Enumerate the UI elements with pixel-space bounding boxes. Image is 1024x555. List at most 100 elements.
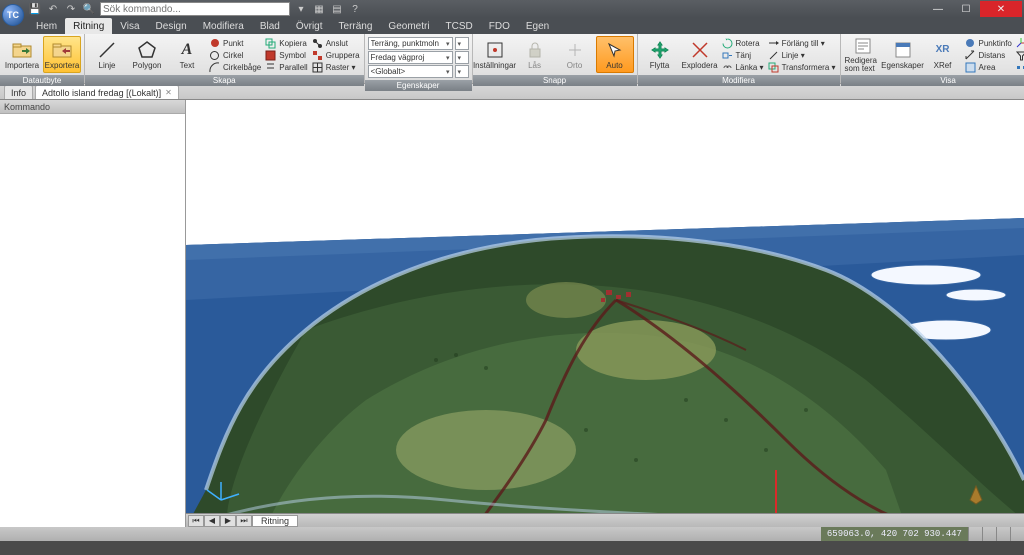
close-button[interactable]: ✕ [980,1,1022,17]
group-label-modifiera: Modifiera [638,75,840,86]
app-logo-icon[interactable]: TC [2,4,24,26]
help-icon[interactable]: ? [348,2,362,16]
cirkel-button[interactable]: Cirkel [208,49,262,61]
importera-button[interactable]: Importera [3,36,41,73]
chevron-down-icon: ▾ [458,68,462,76]
vp-tab-ritning[interactable]: Ritning [252,515,298,527]
rotera-button[interactable]: Rotera [721,37,765,49]
xref-label: XRef [934,61,952,70]
snapp-auto-button[interactable]: Auto [596,36,634,73]
doc-tab-project[interactable]: Adtollo island fredag [(Lokalt)]✕ [35,85,179,99]
ribbon-group-datautbyte: Importera Exportera Datautbyte [0,34,85,83]
vp-tab-prev[interactable]: ◀ [204,515,220,527]
tab-fdo[interactable]: FDO [481,18,518,34]
tab-hem[interactable]: Hem [28,18,65,34]
tab-blad[interactable]: Blad [252,18,288,34]
text-icon: A [177,40,197,60]
qat-redo-icon[interactable]: ↷ [64,2,78,16]
filter-button[interactable]: Filter [1015,49,1024,61]
linje-button[interactable]: Linje [88,36,126,73]
command-panel-body[interactable] [0,114,185,527]
symbol-icon [265,50,276,61]
lanka-button[interactable]: Länka ▾ [721,61,765,73]
layer-combo-3[interactable]: <Globalt>▾ [368,65,453,78]
exportera-button[interactable]: Exportera [43,36,81,73]
polygon-button[interactable]: Polygon [128,36,166,73]
status-cell-3[interactable] [996,527,1010,541]
explode-icon [690,40,710,60]
3d-viewport[interactable]: ⏮ ◀ ▶ ⏭ Ritning [186,100,1024,527]
edit-text-icon [853,36,873,56]
tab-ovrigt[interactable]: Övrigt [288,18,331,34]
tab-design[interactable]: Design [148,18,195,34]
command-search-input[interactable] [100,2,290,16]
pointinfo-icon [965,38,976,49]
minimize-button[interactable]: — [924,1,952,17]
maximize-button[interactable]: ☐ [952,1,980,17]
status-cell-4[interactable] [1010,527,1024,541]
xyz-button[interactable]: XYZ [1015,37,1024,49]
tab-ritning[interactable]: Ritning [65,18,112,34]
modifiera-linje-button[interactable]: Linje ▾ [767,49,837,61]
circle-icon [209,50,220,61]
vp-tab-last[interactable]: ⏭ [236,515,252,527]
symbol-button[interactable]: Symbol [264,49,308,61]
raster-button[interactable]: Raster ▾ [311,61,361,73]
link-icon [722,62,733,73]
installningar-button[interactable]: Inställningar [476,36,514,73]
symbol-label: Symbol [279,51,306,60]
status-cell-2[interactable] [982,527,996,541]
redigera-button[interactable]: Redigera som text [844,36,882,73]
layer-combo-1[interactable]: Terräng, punktmoln▾ [368,37,453,50]
status-cell-1[interactable] [968,527,982,541]
qat-extra2-icon[interactable]: ▤ [330,2,344,16]
punktinfo-button[interactable]: Punktinfo [964,37,1013,49]
cirkelbage-label: Cirkelbåge [223,63,261,72]
chevron-down-icon: ▾ [446,54,450,62]
explodera-button[interactable]: Explodera [681,36,719,73]
flytta-button[interactable]: Flytta [641,36,679,73]
vp-tab-next[interactable]: ▶ [220,515,236,527]
parallell-button[interactable]: Parallell [264,61,308,73]
noder-button[interactable]: Noder [1015,61,1024,73]
text-button[interactable]: A Text [168,36,206,73]
punkt-button[interactable]: Punkt [208,37,262,49]
qat-dropdown-icon[interactable]: ▾ [294,2,308,16]
distans-button[interactable]: Distans [964,49,1013,61]
ribbon: Importera Exportera Datautbyte Linje Pol… [0,34,1024,84]
tanj-button[interactable]: Tänj [721,49,765,61]
tab-geometri[interactable]: Geometri [380,18,437,34]
anslut-button[interactable]: Anslut [311,37,361,49]
transformera-button[interactable]: Transformera ▾ [767,61,837,73]
cirkelbage-button[interactable]: Cirkelbåge [208,61,262,73]
polygon-label: Polygon [133,61,162,70]
forlang-button[interactable]: Förläng till ▾ [767,37,837,49]
qat-extra1-icon[interactable]: ▦ [312,2,326,16]
parallell-label: Parallell [279,63,307,72]
xref-button[interactable]: XR XRef [924,36,962,73]
layer-combo-2[interactable]: Fredag vägproj▾ [368,51,453,64]
style-combo-1[interactable]: ▾ [455,37,469,50]
qat-save-icon[interactable]: 💾 [28,2,42,16]
tab-egen[interactable]: Egen [518,18,557,34]
text-label: Text [180,61,195,70]
gruppera-button[interactable]: Gruppera [311,49,361,61]
group-label-egenskaper: Egenskaper [365,80,472,91]
close-tab-icon[interactable]: ✕ [165,88,172,97]
orto-button[interactable]: Orto [556,36,594,73]
qat-undo-icon[interactable]: ↶ [46,2,60,16]
tab-terrang[interactable]: Terräng [331,18,381,34]
tab-modifiera[interactable]: Modifiera [195,18,252,34]
egenskaper-button[interactable]: Egenskaper [884,36,922,73]
tab-visa[interactable]: Visa [112,18,147,34]
style-combo-2[interactable]: ▾ [455,51,469,64]
vp-tab-first[interactable]: ⏮ [188,515,204,527]
tab-tcsd[interactable]: TCSD [438,18,481,34]
title-bar: TC 💾 ↶ ↷ 🔍 ▾ ▦ ▤ ? — ☐ ✕ [0,0,1024,18]
line-edit-icon [768,50,779,61]
las-button[interactable]: Lås [516,36,554,73]
doc-tab-info[interactable]: Info [4,85,33,99]
style-combo-3[interactable]: ▾ [455,65,469,78]
area-button[interactable]: Area [964,61,1013,73]
kopiera-button[interactable]: Kopiera [264,37,308,49]
